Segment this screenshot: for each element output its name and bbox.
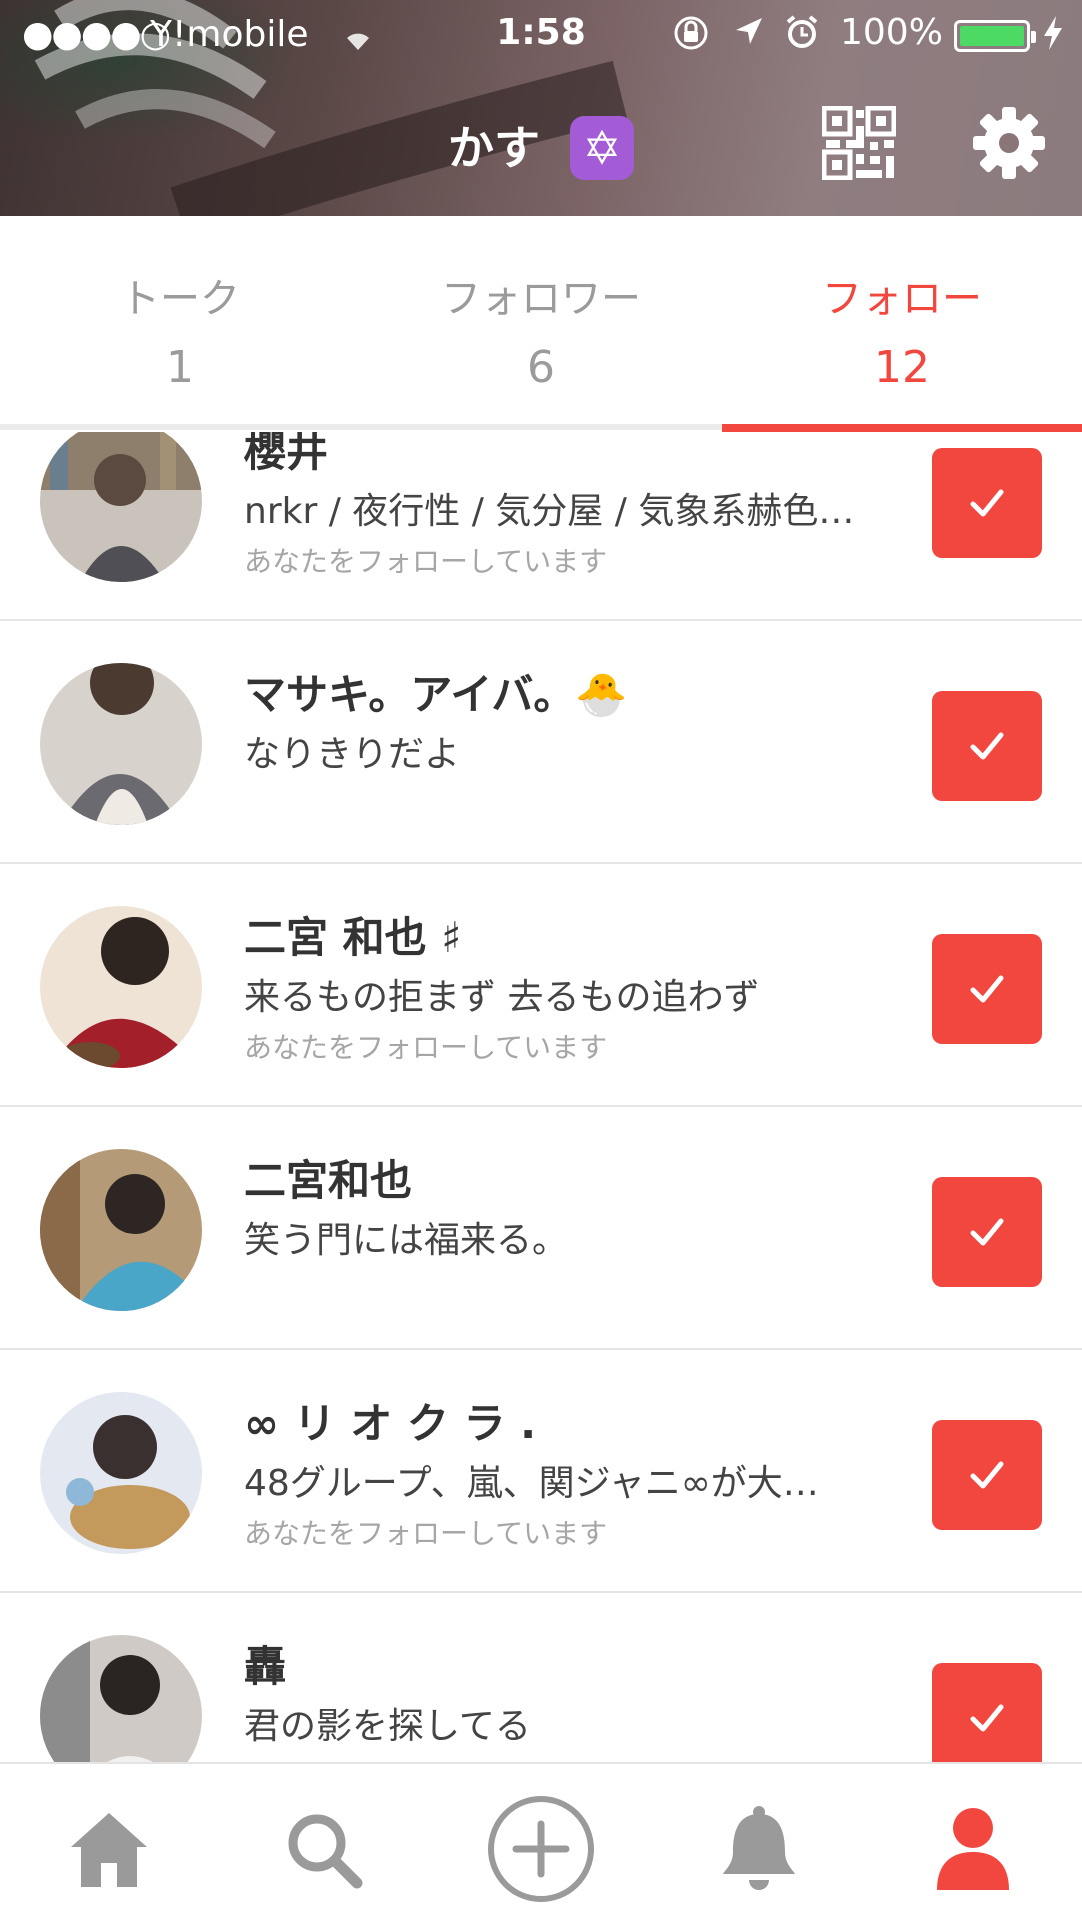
nav-notifications-button[interactable] [704,1794,814,1904]
list-item[interactable]: 二宮 和也 ♯ 来るもの拒まず 去るもの追わず あなたをフォローしています [0,864,1082,1107]
checkmark-icon [970,1461,1004,1489]
tab-label: トーク [120,276,240,322]
star-of-david-badge-icon: ✡ [570,115,634,180]
checkmark-icon [970,732,1004,760]
following-checkbox[interactable] [932,691,1042,801]
avatar[interactable] [40,432,202,582]
follows-you-label: あなたをフォローしています [244,1517,608,1550]
user-bio: 笑う門には福来る。 [244,1220,569,1261]
user-name: 櫻井 [244,432,329,476]
status-bar: ●●●●○ Y!mobile 1:58 100% [0,0,1082,68]
user-name: 二宮和也 [244,1156,413,1205]
notifications-bell-icon [723,1806,795,1890]
avatar[interactable] [40,663,202,825]
profile-icon [937,1808,1009,1890]
tab-following[interactable]: フォロー 12 [722,266,1082,393]
checkmark-icon [970,975,1004,1003]
tab-count: 12 [874,342,930,393]
follows-you-label: あなたをフォローしています [244,1031,608,1064]
user-name: 二宮 和也 ♯ [244,913,462,962]
orientation-lock-icon [672,14,710,61]
user-name: マサキ。アイバ。🐣 [244,670,628,719]
avatar[interactable] [40,1149,202,1311]
profile-name: かす [448,121,540,175]
settings-button[interactable] [970,104,1048,182]
user-bio: 君の影を探してる [244,1706,531,1747]
user-bio: 来るもの拒まず 去るもの追わず [244,977,760,1018]
charging-icon [1042,16,1064,58]
list-item[interactable]: 二宮和也 笑う門には福来る。 [0,1107,1082,1350]
avatar[interactable] [40,906,202,1068]
following-list[interactable]: 櫻井 nrkr / 夜行性 / 気分屋 / 気象系赫色… あなたをフォローしてい… [0,432,1082,1762]
following-checkbox[interactable] [932,448,1042,558]
avatar[interactable] [40,1392,202,1554]
active-tab-indicator [722,424,1082,432]
user-bio: 48グループ、嵐、関ジャニ∞が大… [244,1463,819,1504]
nav-add-post-button[interactable] [486,1794,596,1904]
search-icon [288,1814,363,1889]
following-checkbox[interactable] [932,1177,1042,1287]
checkmark-icon [970,1218,1004,1246]
tab-followers[interactable]: フォロワー 6 [361,266,721,393]
profile-tabs: トーク 1 フォロワー 6 フォロー 12 [0,216,1082,430]
alarm-icon [784,14,820,59]
add-post-icon [488,1796,594,1902]
list-item[interactable]: 轟 君の影を探してる [0,1593,1082,1762]
checkmark-icon [970,1704,1004,1732]
gear-icon [973,107,1045,179]
tab-count: 6 [527,342,555,393]
qr-code-icon [821,105,897,181]
user-bio: nrkr / 夜行性 / 気分屋 / 気象系赫色… [244,491,855,532]
user-name: ∞ リ オ ク ラ . [244,1399,537,1448]
battery-percentage: 100% [840,12,943,53]
bottom-tab-bar [0,1762,1082,1920]
profile-header: ●●●●○ Y!mobile 1:58 100% かす ✡ [0,0,1082,216]
battery-icon [954,20,1036,52]
checkmark-icon [970,489,1004,517]
list-item[interactable]: マサキ。アイバ。🐣 なりきりだよ [0,621,1082,864]
user-bio: なりきりだよ [244,734,461,775]
user-name: 轟 [244,1642,287,1691]
following-checkbox[interactable] [932,1663,1042,1762]
nav-search-button[interactable] [268,1794,378,1904]
tab-label: フォロワー [441,276,641,322]
qr-code-button[interactable] [821,105,897,181]
follows-you-label: あなたをフォローしています [244,545,608,578]
following-checkbox[interactable] [932,1420,1042,1530]
avatar[interactable] [40,1635,202,1762]
location-arrow-icon [732,14,766,57]
following-checkbox[interactable] [932,934,1042,1044]
nav-profile-button[interactable] [918,1794,1028,1904]
home-icon [71,1813,147,1887]
profile-title: かす ✡ [0,112,1082,184]
list-item[interactable]: 櫻井 nrkr / 夜行性 / 気分屋 / 気象系赫色… あなたをフォローしてい… [0,432,1082,621]
tab-count: 1 [166,342,194,393]
nav-home-button[interactable] [54,1794,164,1904]
tab-talk[interactable]: トーク 1 [0,266,360,393]
tab-label: フォロー [822,276,982,322]
list-item[interactable]: ∞ リ オ ク ラ . 48グループ、嵐、関ジャニ∞が大… あなたをフォローして… [0,1350,1082,1593]
